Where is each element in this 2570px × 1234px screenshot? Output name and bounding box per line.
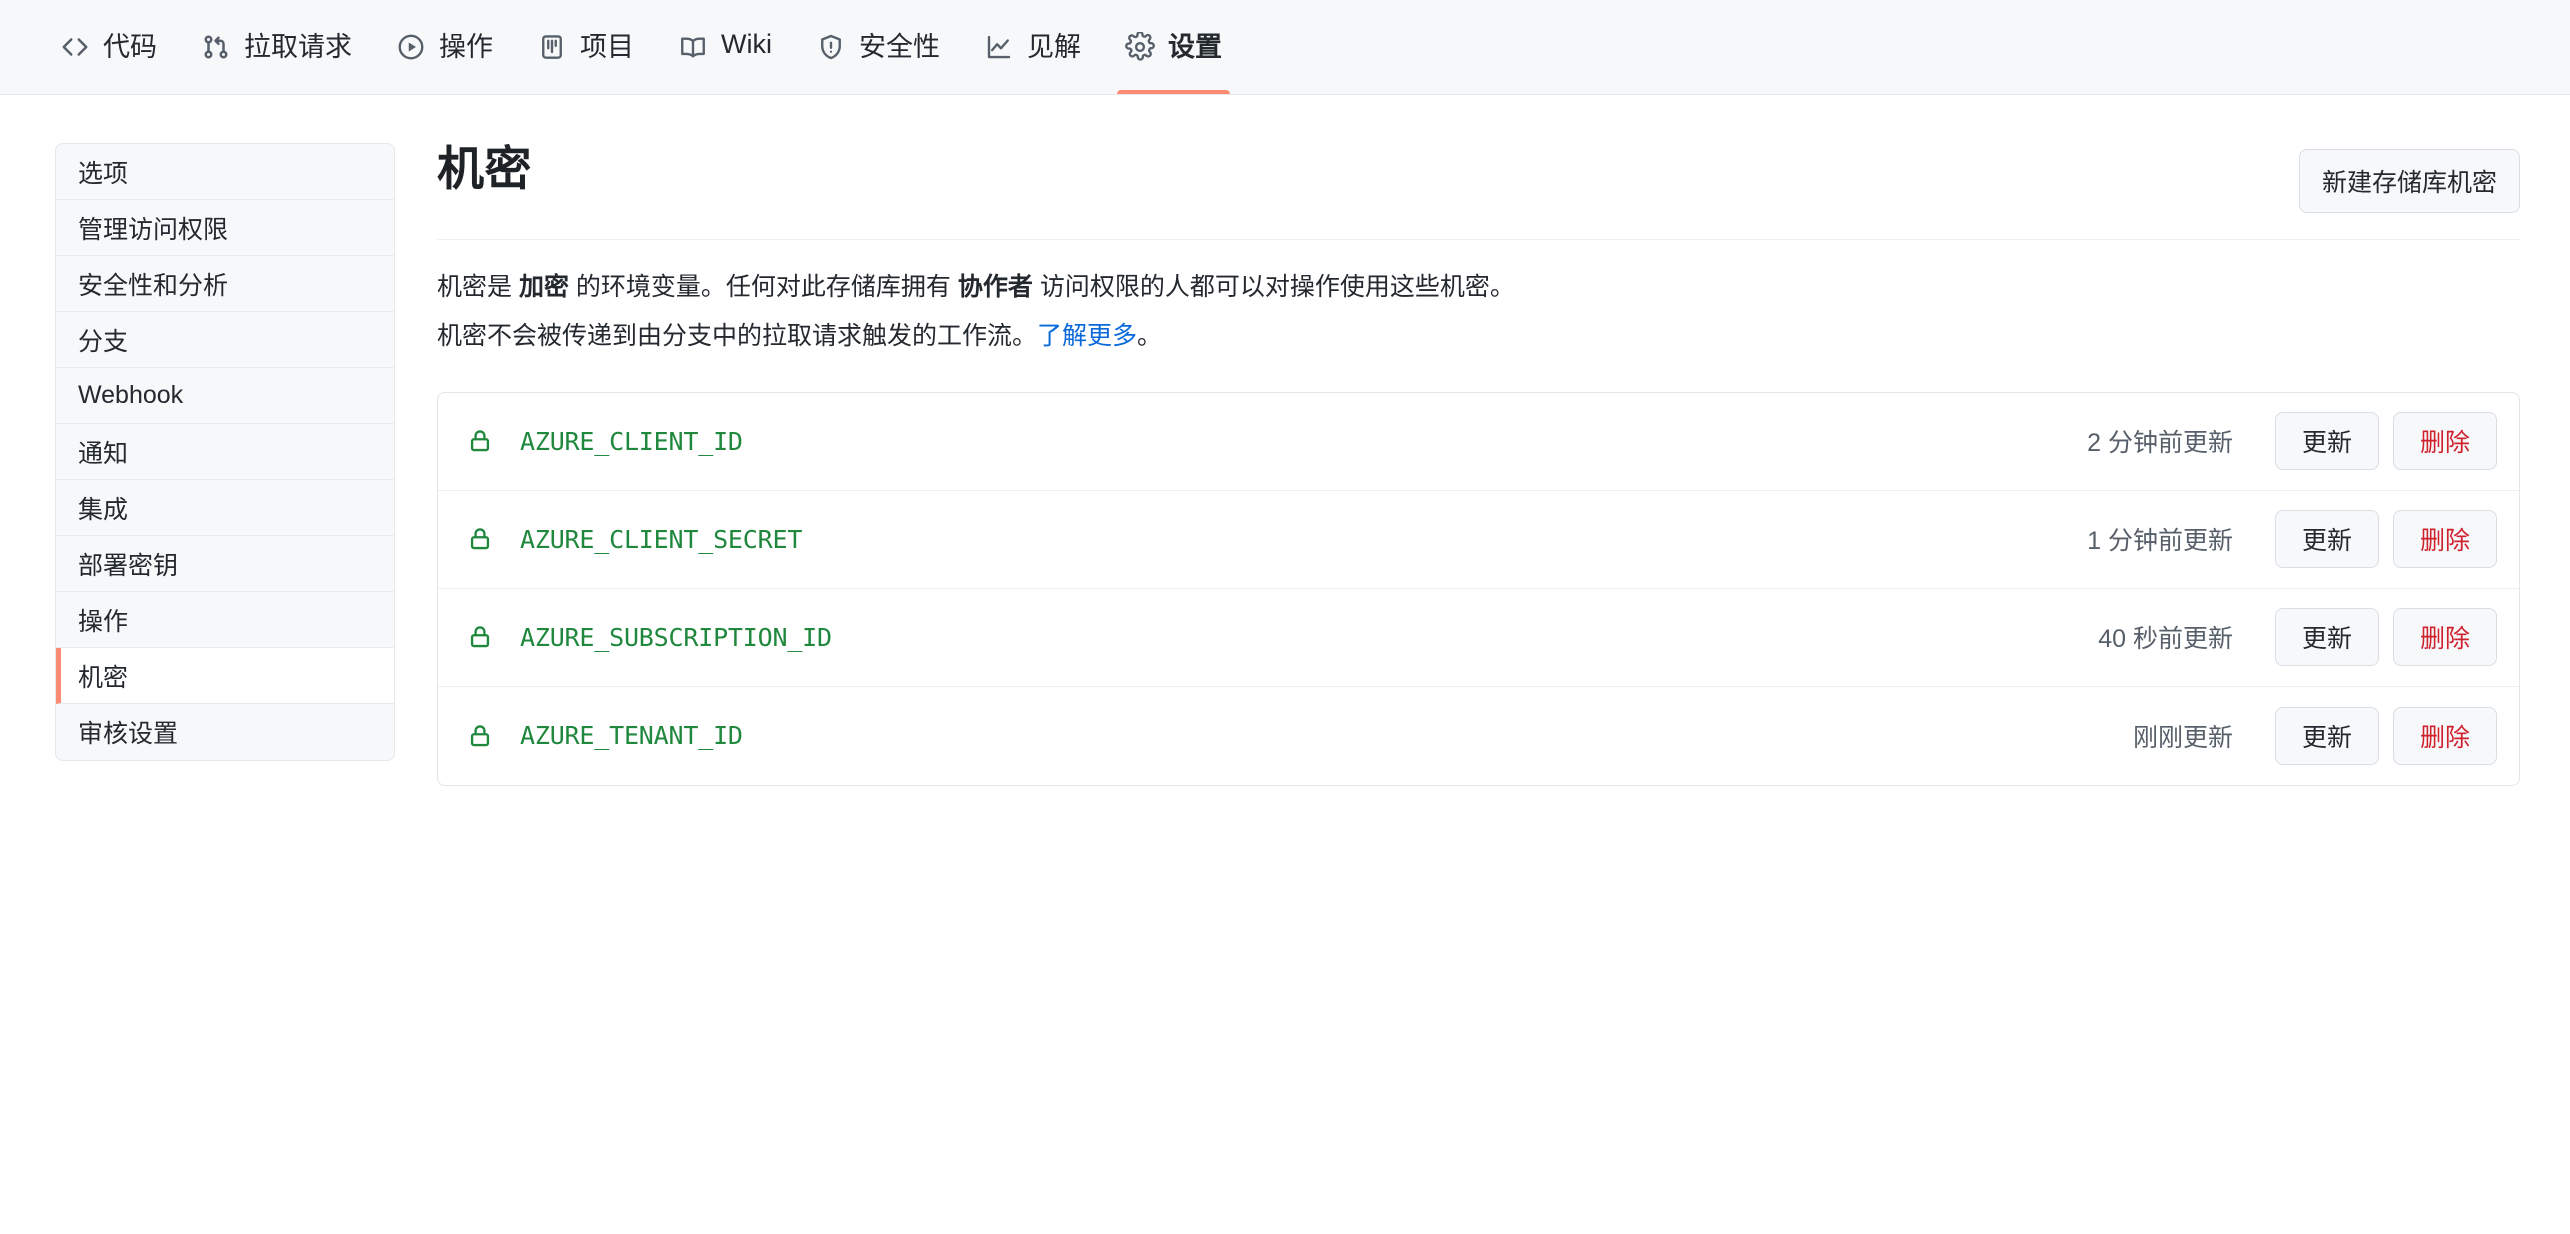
page-body: 选项管理访问权限安全性和分析分支Webhook通知集成部署密钥操作机密审核设置 … <box>0 95 2570 1234</box>
secret-updated-time: 1 分钟前更新 <box>2087 521 2233 557</box>
update-secret-button[interactable]: 更新 <box>2275 707 2379 765</box>
project-board-icon <box>537 32 567 62</box>
sidebar-item-label: 部署密钥 <box>78 546 178 582</box>
secrets-list: AZURE_CLIENT_ID2 分钟前更新更新删除AZURE_CLIENT_S… <box>437 392 2520 786</box>
repository-nav-bar: 代码 拉取请求 操作 项目 Wiki 安全性 见解 设置 <box>0 0 2570 95</box>
nav-tab-label: 拉取请求 <box>244 25 352 68</box>
delete-secret-button[interactable]: 删除 <box>2393 608 2497 666</box>
sidebar-item-label: 审核设置 <box>78 714 178 750</box>
update-secret-button[interactable]: 更新 <box>2275 412 2379 470</box>
update-secret-button[interactable]: 更新 <box>2275 510 2379 568</box>
sidebar-item-集成[interactable]: 集成 <box>56 480 394 536</box>
sidebar-item-label: 操作 <box>78 602 128 638</box>
graph-icon <box>984 32 1014 62</box>
desc1-bold-collaborator: 协作者 <box>958 273 1033 301</box>
nav-tab-操作[interactable]: 操作 <box>374 0 515 94</box>
sidebar-item-部署密钥[interactable]: 部署密钥 <box>56 536 394 592</box>
nav-tab-label: 安全性 <box>859 25 940 68</box>
sidebar-item-Webhook[interactable]: Webhook <box>56 368 394 424</box>
secret-name[interactable]: AZURE_CLIENT_SECRET <box>520 525 802 554</box>
sidebar-item-label: 安全性和分析 <box>78 266 228 302</box>
sidebar-item-管理访问权限[interactable]: 管理访问权限 <box>56 200 394 256</box>
nav-tab-安全性[interactable]: 安全性 <box>794 0 962 94</box>
new-repository-secret-button[interactable]: 新建存储库机密 <box>2299 149 2520 213</box>
page-title: 机密 <box>437 143 532 195</box>
nav-tab-label: 操作 <box>439 25 493 68</box>
nav-tab-见解[interactable]: 见解 <box>962 0 1103 94</box>
lock-icon <box>466 525 494 553</box>
pull-request-icon <box>201 32 231 62</box>
secret-updated-time: 2 分钟前更新 <box>2087 423 2233 459</box>
main-content: 机密 新建存储库机密 机密是 加密 的环境变量。任何对此存储库拥有 协作者 访问… <box>395 143 2570 1234</box>
secret-name[interactable]: AZURE_TENANT_ID <box>520 721 743 750</box>
nav-tab-拉取请求[interactable]: 拉取请求 <box>179 0 374 94</box>
nav-tab-label: 设置 <box>1168 25 1222 68</box>
sidebar-item-分支[interactable]: 分支 <box>56 312 394 368</box>
delete-secret-button[interactable]: 删除 <box>2393 707 2497 765</box>
nav-tab-label: 代码 <box>103 25 157 68</box>
page-header: 机密 新建存储库机密 <box>437 143 2520 240</box>
play-circle-icon <box>396 32 426 62</box>
sidebar-item-label: Webhook <box>78 381 183 410</box>
shield-alert-icon <box>816 32 846 62</box>
nav-tab-label: 项目 <box>580 25 634 68</box>
sidebar-item-label: 管理访问权限 <box>78 210 228 246</box>
nav-tab-Wiki[interactable]: Wiki <box>656 0 794 94</box>
secret-updated-time: 40 秒前更新 <box>2098 619 2233 655</box>
secrets-description-2: 机密不会被传递到由分支中的拉取请求触发的工作流。了解更多。 <box>437 317 2520 356</box>
learn-more-link[interactable]: 了解更多 <box>1037 322 1137 350</box>
sidebar-item-审核设置[interactable]: 审核设置 <box>56 704 394 760</box>
secret-row: AZURE_CLIENT_SECRET 1 分钟前更新 更新删除 <box>438 491 2519 589</box>
desc1-part3: 访问权限的人都可以对操作使用这些机密。 <box>1033 273 1515 301</box>
sidebar-item-通知[interactable]: 通知 <box>56 424 394 480</box>
secret-updated-time: 刚刚更新 <box>2133 718 2233 754</box>
gear-icon <box>1125 32 1155 62</box>
sidebar-item-机密[interactable]: 机密 <box>56 648 394 704</box>
desc2-part2: 。 <box>1137 322 1162 350</box>
sidebar-item-label: 分支 <box>78 322 128 358</box>
secret-row: AZURE_CLIENT_ID 2 分钟前更新 更新删除 <box>438 393 2519 491</box>
lock-icon <box>466 722 494 750</box>
sidebar-item-label: 集成 <box>78 490 128 526</box>
sidebar-item-操作[interactable]: 操作 <box>56 592 394 648</box>
desc2-part1: 机密不会被传递到由分支中的拉取请求触发的工作流。 <box>437 322 1037 350</box>
delete-secret-button[interactable]: 删除 <box>2393 510 2497 568</box>
secret-row: AZURE_SUBSCRIPTION_ID 40 秒前更新 更新删除 <box>438 589 2519 687</box>
desc1-part1: 机密是 <box>437 273 519 301</box>
secret-name[interactable]: AZURE_SUBSCRIPTION_ID <box>520 623 832 652</box>
code-icon <box>60 32 90 62</box>
nav-tab-label: Wiki <box>721 29 772 64</box>
lock-icon <box>466 427 494 455</box>
nav-tab-项目[interactable]: 项目 <box>515 0 656 94</box>
nav-tab-代码[interactable]: 代码 <box>38 0 179 94</box>
sidebar-item-label: 机密 <box>78 658 128 694</box>
update-secret-button[interactable]: 更新 <box>2275 608 2379 666</box>
sidebar-item-label: 通知 <box>78 434 128 470</box>
sidebar-item-选项[interactable]: 选项 <box>56 144 394 200</box>
sidebar-item-安全性和分析[interactable]: 安全性和分析 <box>56 256 394 312</box>
secret-name[interactable]: AZURE_CLIENT_ID <box>520 427 743 456</box>
nav-tab-设置[interactable]: 设置 <box>1103 0 1244 94</box>
desc1-part2: 的环境变量。任何对此存储库拥有 <box>569 273 958 301</box>
secrets-description-1: 机密是 加密 的环境变量。任何对此存储库拥有 协作者 访问权限的人都可以对操作使… <box>437 268 2520 307</box>
sidebar-item-label: 选项 <box>78 154 128 190</box>
nav-tab-label: 见解 <box>1027 25 1081 68</box>
settings-sidebar: 选项管理访问权限安全性和分析分支 Webhook 通知集成部署密钥操作机密审核设置 <box>55 143 395 761</box>
lock-icon <box>466 623 494 651</box>
desc1-bold-encrypted: 加密 <box>519 273 569 301</box>
book-icon <box>678 32 708 62</box>
delete-secret-button[interactable]: 删除 <box>2393 412 2497 470</box>
secret-row: AZURE_TENANT_ID 刚刚更新 更新删除 <box>438 687 2519 785</box>
